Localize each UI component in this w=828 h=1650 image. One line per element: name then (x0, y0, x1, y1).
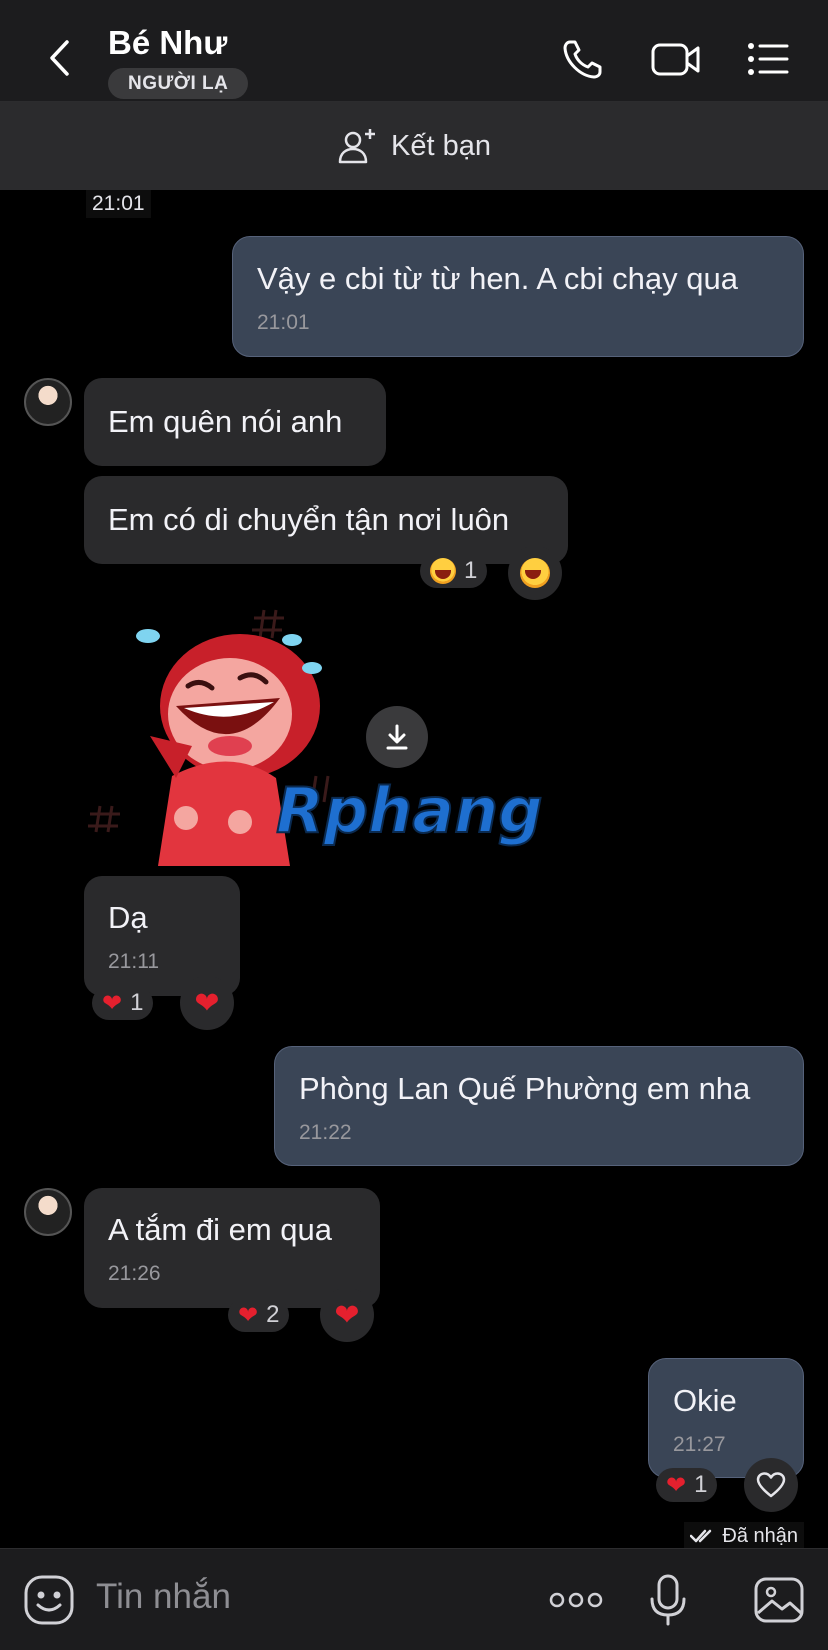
list-icon[interactable] (746, 36, 790, 82)
message-bubble-sent[interactable]: Phòng Lan Quế Phường em nha 21:22 (274, 1046, 804, 1166)
heart-outline-icon (756, 1472, 786, 1498)
download-icon (386, 724, 408, 750)
more-icon[interactable] (548, 1573, 604, 1627)
heart-icon: ❤ (194, 986, 220, 1020)
add-friend-icon (338, 129, 375, 164)
heart-icon: ❤ (666, 1471, 687, 1499)
reaction-summary[interactable]: ❤ 1 (92, 986, 154, 1020)
heart-icon: ❤ (334, 1298, 360, 1332)
delivery-status-text: Đã nhận (722, 1524, 798, 1547)
sticker-image[interactable]: Rphang (80, 596, 560, 876)
react-button[interactable]: ❤ (320, 1288, 374, 1342)
reaction-count: 1 (130, 989, 144, 1016)
message-text: A tắm đi em qua (108, 1212, 333, 1247)
message-text: Em có di chuyển tận nơi luôn (108, 502, 510, 537)
message-text: Phòng Lan Quế Phường em nha (299, 1071, 751, 1106)
delivery-status: Đã nhận (684, 1522, 804, 1550)
laugh-emoji-icon (430, 558, 456, 584)
message-text: Vậy e cbi từ từ hen. A cbi chạy qua (257, 261, 738, 296)
message-time: 21:01 (257, 311, 310, 334)
message-time: 21:22 (299, 1121, 352, 1144)
phone-icon[interactable] (560, 36, 606, 82)
reaction-count: 1 (694, 1471, 708, 1498)
video-icon[interactable] (650, 36, 702, 82)
double-check-icon (690, 1529, 712, 1543)
reaction-summary[interactable]: ❤ 2 (228, 1298, 290, 1332)
chat-header: Bé Như NGƯỜI LẠ (0, 0, 828, 102)
message-text: Okie (673, 1383, 737, 1418)
download-button[interactable] (366, 706, 428, 768)
stranger-badge: NGƯỜI LẠ (108, 68, 249, 99)
reaction-summary[interactable]: 1 (420, 554, 488, 588)
react-button[interactable] (744, 1458, 798, 1512)
add-friend-label: Kết bạn (391, 129, 491, 162)
mic-icon[interactable] (646, 1573, 690, 1627)
sticker-watermark: Rphang (276, 774, 543, 847)
react-button[interactable] (508, 546, 562, 600)
reaction-count: 1 (464, 557, 478, 584)
reaction-count: 2 (266, 1301, 280, 1328)
avatar[interactable] (24, 378, 72, 426)
react-button[interactable]: ❤ (180, 976, 234, 1030)
message-time: 21:11 (108, 950, 159, 973)
message-time: 21:01 (86, 190, 151, 218)
message-bubble-received[interactable]: Em có di chuyển tận nơi luôn (84, 476, 568, 564)
laugh-emoji-icon (520, 558, 550, 588)
message-bubble-received[interactable]: Em quên nói anh (84, 378, 386, 466)
message-text: Em quên nói anh (108, 404, 343, 439)
heart-icon: ❤ (102, 989, 123, 1017)
sticker-icon[interactable] (22, 1573, 76, 1627)
message-text: Dạ (108, 900, 148, 935)
message-input[interactable]: Tin nhắn (96, 1577, 231, 1617)
message-input-bar: Tin nhắn (0, 1548, 828, 1650)
add-friend-bar[interactable]: Kết bạn (0, 102, 828, 190)
contact-name[interactable]: Bé Như (108, 24, 227, 62)
message-time: 21:27 (673, 1433, 726, 1456)
reaction-summary[interactable]: ❤ 1 (656, 1468, 718, 1502)
message-time: 21:26 (108, 1262, 161, 1285)
heart-icon: ❤ (238, 1301, 259, 1329)
message-bubble-sent[interactable]: Vậy e cbi từ từ hen. A cbi chạy qua 21:0… (232, 236, 804, 357)
image-icon[interactable] (752, 1573, 806, 1627)
avatar[interactable] (24, 1188, 72, 1236)
back-icon[interactable] (40, 36, 80, 80)
